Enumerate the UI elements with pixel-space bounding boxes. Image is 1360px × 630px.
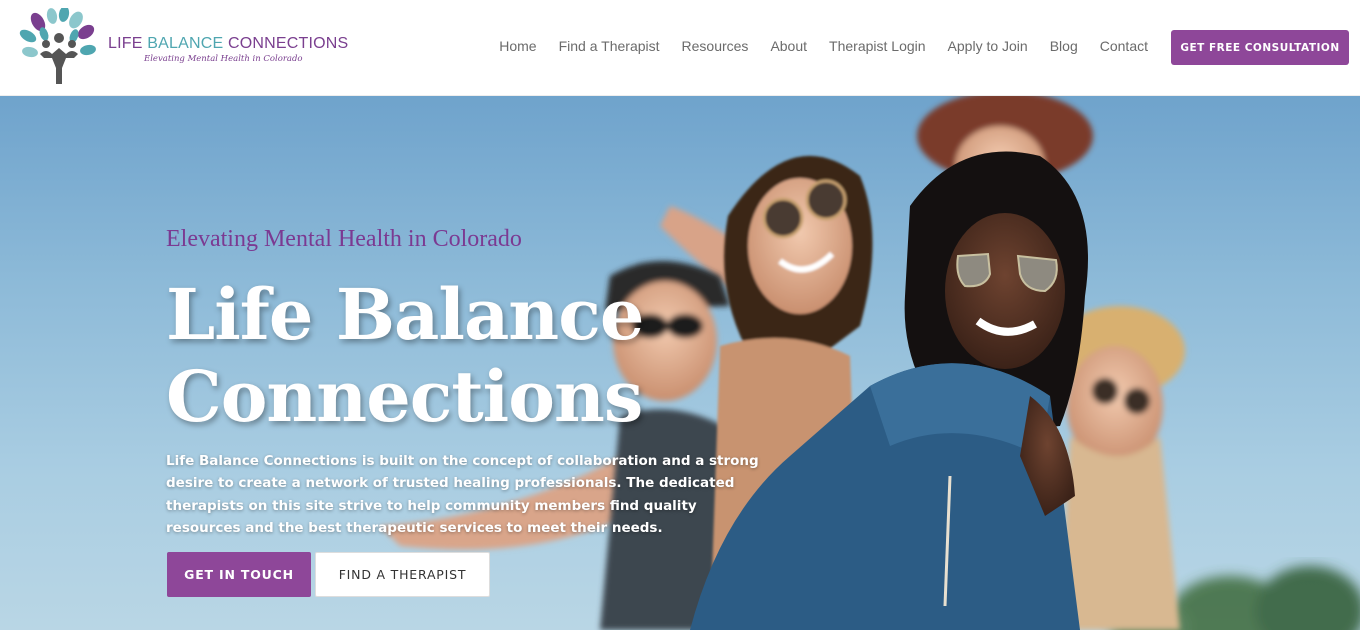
- nav-about[interactable]: About: [770, 38, 807, 54]
- nav-find-a-therapist[interactable]: Find a Therapist: [559, 38, 660, 54]
- nav-blog[interactable]: Blog: [1050, 38, 1078, 54]
- logo-title-connections: CONNECTIONS: [227, 34, 349, 52]
- logo-tagline: Elevating Mental Health in Colorado: [144, 53, 303, 64]
- site-logo[interactable]: LIFE BALANCE CONNECTIONS Elevating Menta…: [18, 8, 348, 86]
- nav-apply-to-join[interactable]: Apply to Join: [948, 38, 1028, 54]
- hero-description: Life Balance Connections is built on the…: [166, 453, 759, 536]
- hero-title: Life Balance Connections: [166, 273, 644, 438]
- nav-therapist-login[interactable]: Therapist Login: [829, 38, 926, 54]
- logo-title-life: LIFE: [108, 34, 148, 52]
- logo-title-balance: BALANCE: [147, 34, 228, 52]
- get-in-touch-button[interactable]: GET IN TOUCH: [167, 552, 311, 597]
- get-free-consultation-button[interactable]: GET FREE CONSULTATION: [1171, 30, 1349, 65]
- nav-contact[interactable]: Contact: [1100, 38, 1148, 54]
- nav-resources[interactable]: Resources: [682, 38, 749, 54]
- find-a-therapist-button[interactable]: FIND A THERAPIST: [315, 552, 490, 597]
- hero-section: Elevating Mental Health in Colorado Life…: [0, 96, 1360, 630]
- nav-home[interactable]: Home: [499, 38, 536, 54]
- logo-title: LIFE BALANCE CONNECTIONS: [108, 35, 348, 53]
- site-header: LIFE BALANCE CONNECTIONS Elevating Menta…: [0, 0, 1360, 96]
- main-nav: Home Find a Therapist Resources About Th…: [477, 38, 1148, 54]
- tree-people-logo-icon: [19, 8, 96, 84]
- hero-subtitle: Elevating Mental Health in Colorado: [166, 226, 522, 252]
